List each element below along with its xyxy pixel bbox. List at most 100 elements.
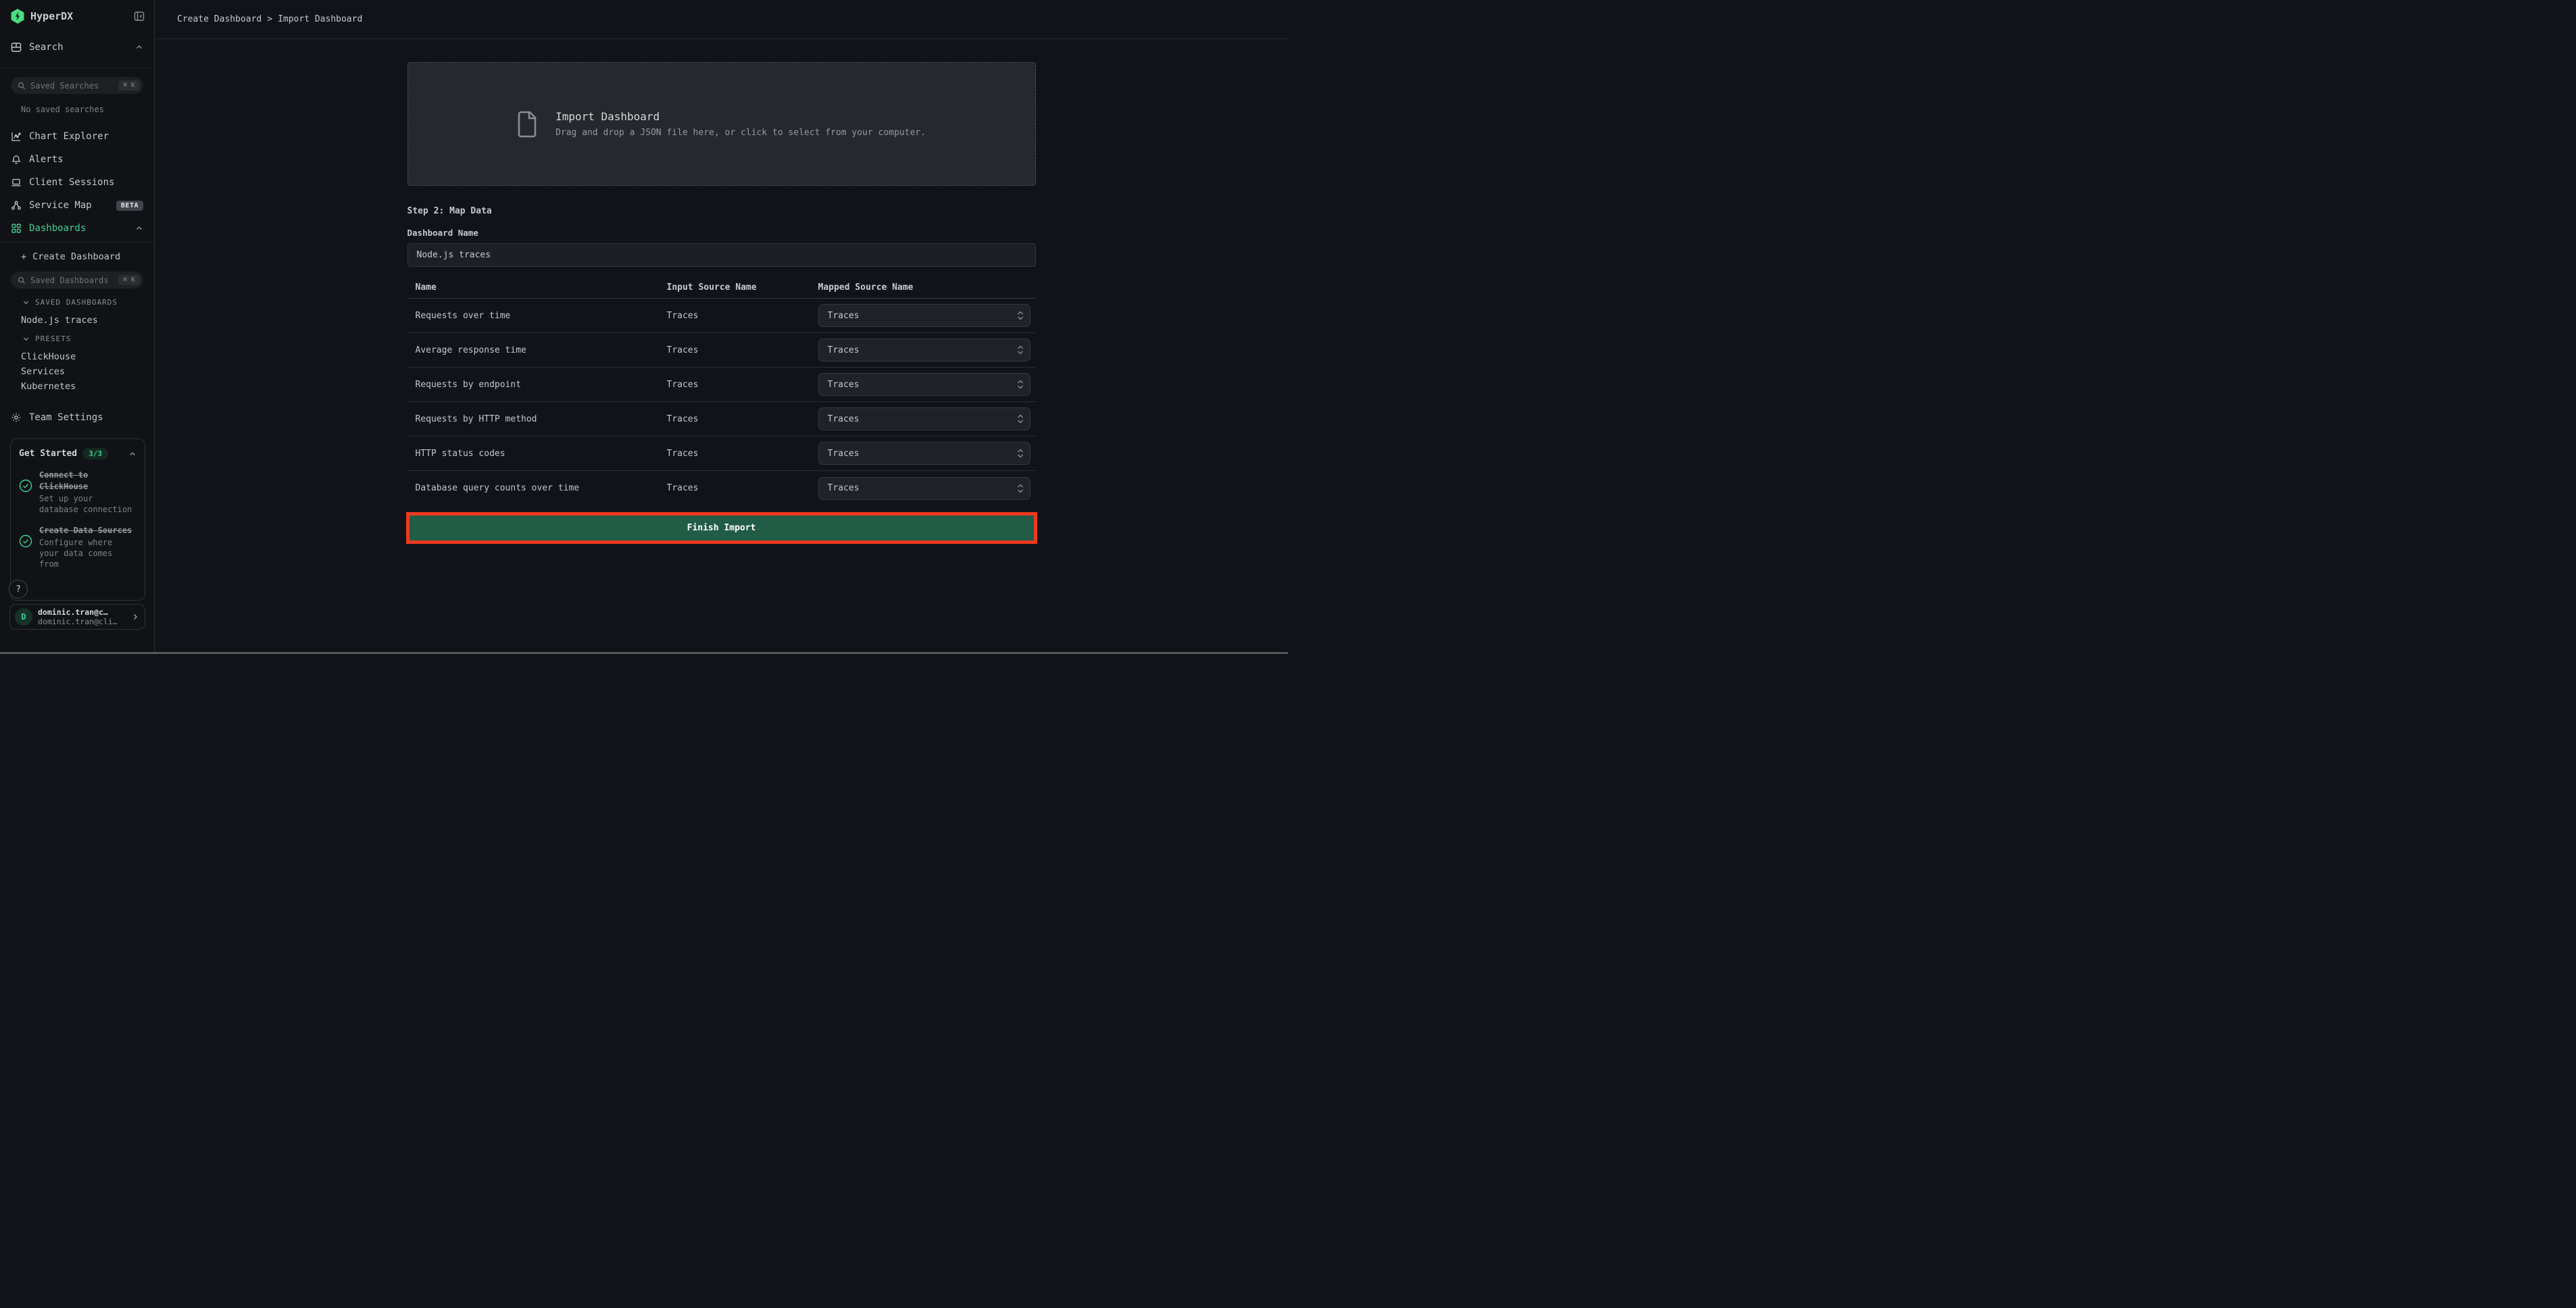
finish-import-highlight: Finish Import — [406, 512, 1037, 544]
preset-item-clickhouse[interactable]: ClickHouse — [21, 351, 154, 363]
sidebar-item-label: Search — [29, 42, 64, 53]
get-started-item-sources[interactable]: Create Data Sources Configure where your… — [19, 525, 137, 570]
user-email: dominic.tran@cli… — [38, 617, 126, 626]
column-header-mapped-source: Mapped Source Name — [818, 282, 1036, 293]
sidebar-item-chart-explorer[interactable]: Chart Explorer — [0, 125, 154, 148]
step-label: Step 2: Map Data — [407, 206, 1036, 216]
sidebar-nav: Chart Explorer Alerts Client Sessions — [0, 125, 154, 240]
chevron-updown-icon — [1017, 413, 1024, 424]
sidebar-item-alerts[interactable]: Alerts — [0, 148, 154, 171]
chevron-up-icon[interactable] — [135, 224, 143, 232]
sidebar-item-service-map[interactable]: Service Map BETA — [0, 194, 154, 217]
tile-name: Requests by HTTP method — [407, 414, 667, 424]
create-dashboard-label: Create Dashboard — [32, 251, 120, 262]
chevron-updown-icon — [1017, 483, 1024, 494]
select-value: Traces — [828, 414, 860, 424]
dropzone-title: Import Dashboard — [555, 110, 926, 123]
breadcrumb-import-dashboard: Import Dashboard — [278, 14, 362, 24]
get-started-panel: Get Started 3/3 Connect to ClickHouse Se… — [10, 438, 145, 601]
dropzone-subtitle: Drag and drop a JSON file here, or click… — [555, 128, 926, 138]
sidebar-item-dashboards[interactable]: Dashboards — [0, 217, 154, 240]
table-row: HTTP status codes Traces Traces — [407, 436, 1036, 471]
chevron-down-icon — [22, 299, 30, 306]
mapped-source-select[interactable]: Traces — [818, 304, 1031, 327]
task-description: Set up your database connection — [39, 493, 137, 515]
sidebar-item-label: Alerts — [29, 154, 64, 165]
chart-explorer-icon — [11, 131, 22, 142]
divider — [0, 242, 154, 243]
app-title: HyperDX — [30, 10, 128, 22]
no-saved-searches-text: No saved searches — [21, 105, 154, 114]
input-source-name: Traces — [667, 449, 818, 459]
input-source-name: Traces — [667, 345, 818, 355]
main-area: Create Dashboard > Import Dashboard Impo… — [155, 0, 1288, 654]
input-source-name: Traces — [667, 483, 818, 493]
saved-searches-input[interactable]: Saved Searches ⌘ K — [11, 77, 143, 94]
sidebar-item-label: Dashboards — [29, 223, 86, 234]
create-dashboard-button[interactable]: + Create Dashboard — [0, 247, 154, 267]
user-account-button[interactable]: D dominic.tran@c… dominic.tran@cli… — [9, 604, 145, 630]
user-name: dominic.tran@c… — [38, 607, 126, 617]
tile-name: Requests over time — [407, 311, 667, 321]
task-title: Create Data Sources — [39, 525, 137, 536]
get-started-progress-badge: 3/3 — [82, 448, 108, 459]
service-map-icon — [11, 200, 22, 211]
help-button[interactable]: ? — [9, 580, 28, 599]
tile-name: HTTP status codes — [407, 449, 667, 459]
check-circle-icon — [19, 479, 32, 493]
chevron-up-icon[interactable] — [128, 450, 137, 458]
select-value: Traces — [828, 449, 860, 459]
preset-item-kubernetes[interactable]: Kubernetes — [21, 381, 154, 393]
saved-dashboards-section-header[interactable]: SAVED DASHBOARDS — [22, 297, 154, 307]
sidebar-item-search[interactable]: Search — [0, 37, 154, 57]
mapped-source-select[interactable]: Traces — [818, 442, 1031, 465]
presets-section-header[interactable]: PRESETS — [22, 334, 154, 343]
saved-dashboards-input[interactable]: Saved Dashboards ⌘ K — [11, 272, 143, 288]
saved-dashboards-placeholder: Saved Dashboards — [30, 276, 114, 285]
sidebar-item-label: Team Settings — [29, 412, 103, 423]
chevron-up-icon[interactable] — [135, 43, 143, 51]
breadcrumb: Create Dashboard > Import Dashboard — [177, 14, 362, 24]
search-icon — [18, 82, 26, 90]
saved-dashboard-item[interactable]: Node.js traces — [21, 315, 154, 326]
avatar: D — [15, 608, 32, 626]
breadcrumb-create-dashboard[interactable]: Create Dashboard — [177, 14, 262, 24]
column-header-name: Name — [407, 282, 667, 293]
plus-icon: + — [21, 251, 26, 262]
chevron-updown-icon — [1017, 379, 1024, 390]
section-label: PRESETS — [35, 334, 71, 343]
horizontal-scrollbar[interactable] — [0, 652, 1288, 654]
table-header-row: Name Input Source Name Mapped Source Nam… — [407, 276, 1036, 299]
sidebar: HyperDX Search Saved Searches ⌘ K — [0, 0, 155, 654]
shortcut-badge: ⌘ K — [118, 80, 140, 91]
breadcrumb-separator: > — [267, 14, 272, 24]
mapped-source-select[interactable]: Traces — [818, 477, 1031, 500]
file-dropzone[interactable]: Import Dashboard Drag and drop a JSON fi… — [407, 62, 1036, 186]
finish-import-button[interactable]: Finish Import — [410, 515, 1034, 540]
sidebar-item-team-settings[interactable]: Team Settings — [0, 407, 154, 428]
mapped-source-select[interactable]: Traces — [818, 338, 1031, 361]
collapse-sidebar-icon[interactable] — [134, 11, 145, 22]
bell-icon — [11, 154, 22, 165]
mapped-source-select[interactable]: Traces — [818, 407, 1031, 430]
import-content: Import Dashboard Drag and drop a JSON fi… — [407, 62, 1036, 544]
sidebar-item-label: Client Sessions — [29, 177, 114, 188]
column-header-input-source: Input Source Name — [667, 282, 818, 293]
gear-icon — [11, 412, 22, 423]
table-row: Average response time Traces Traces — [407, 333, 1036, 368]
get-started-item-connect[interactable]: Connect to ClickHouse Set up your databa… — [19, 470, 137, 515]
dashboard-name-label: Dashboard Name — [407, 228, 1036, 238]
sidebar-item-client-sessions[interactable]: Client Sessions — [0, 171, 154, 194]
dashboard-name-input[interactable] — [407, 243, 1036, 267]
task-description: Configure where your data comes from — [39, 537, 137, 570]
mapped-source-select[interactable]: Traces — [818, 373, 1031, 396]
preset-item-services[interactable]: Services — [21, 366, 154, 378]
search-panel-icon — [11, 42, 22, 53]
beta-badge: BETA — [116, 201, 143, 211]
get-started-title: Get Started — [19, 449, 77, 459]
sidebar-item-label: Chart Explorer — [29, 131, 109, 142]
table-row: Requests over time Traces Traces — [407, 299, 1036, 333]
chevron-updown-icon — [1017, 448, 1024, 459]
chevron-updown-icon — [1017, 345, 1024, 355]
mapping-table: Name Input Source Name Mapped Source Nam… — [407, 276, 1036, 505]
